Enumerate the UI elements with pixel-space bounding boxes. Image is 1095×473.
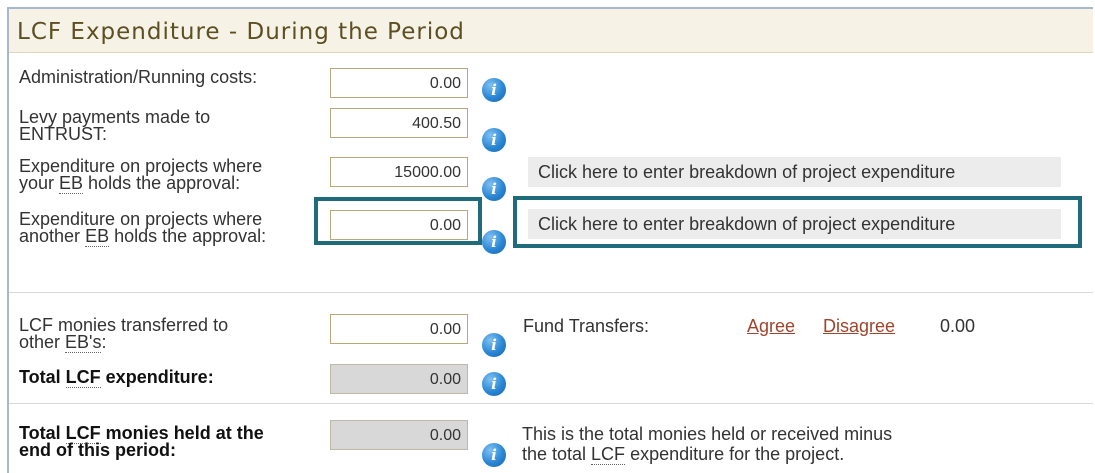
levy-payments-field[interactable]: 400.50	[330, 108, 468, 138]
own-eb-projects-field[interactable]: 15000.00	[330, 157, 468, 187]
fund-transfers-amount: 0.00	[940, 316, 976, 336]
admin-costs-label: Administration/Running costs:	[19, 67, 258, 87]
info-icon[interactable]: i	[482, 443, 506, 467]
own-eb-breakdown-button[interactable]: Click here to enter breakdown of project…	[528, 157, 1061, 187]
fund-transfers-label: Fund Transfers:	[523, 316, 650, 336]
lcf-abbreviation: LCF	[65, 367, 101, 388]
divider	[9, 403, 1093, 404]
eb-abbreviation: EB	[85, 226, 110, 247]
other-eb-projects-label: Expenditure on projects where another EB…	[19, 209, 267, 247]
info-icon[interactable]: i	[482, 177, 506, 201]
agree-link[interactable]: Agree	[747, 316, 795, 337]
info-icon[interactable]: i	[482, 333, 506, 357]
lcf-abbreviation: LCF	[591, 444, 626, 465]
button-highlight-box	[513, 196, 1082, 248]
transferred-monies-field[interactable]: 0.00	[330, 314, 468, 344]
levy-payments-label: Levy payments made to ENTRUST:	[19, 107, 211, 144]
divider	[9, 292, 1093, 293]
info-icon[interactable]: i	[482, 78, 506, 102]
total-expenditure-label: Total LCF expenditure:	[19, 367, 214, 388]
transferred-monies-label: LCF monies transferred to other EB's:	[19, 315, 229, 353]
own-eb-projects-label: Expenditure on projects where your EB ho…	[19, 156, 263, 194]
info-icon[interactable]: i	[482, 372, 506, 396]
eb-abbreviation: EB	[59, 173, 84, 194]
section-title: LCF Expenditure - During the Period	[17, 19, 465, 45]
total-expenditure-field: 0.00	[330, 364, 468, 394]
disagree-link[interactable]: Disagree	[823, 316, 895, 337]
total-monies-held-label: Total LCF monies held at the end of this…	[19, 423, 264, 460]
total-monies-note: This is the total monies held or receive…	[522, 424, 893, 465]
eb-abbreviation: EB's	[65, 332, 102, 353]
field-highlight-box	[314, 197, 482, 245]
info-icon[interactable]: i	[482, 128, 506, 152]
admin-costs-field[interactable]: 0.00	[330, 68, 468, 98]
info-icon[interactable]: i	[482, 230, 506, 254]
total-monies-held-field: 0.00	[330, 420, 468, 450]
